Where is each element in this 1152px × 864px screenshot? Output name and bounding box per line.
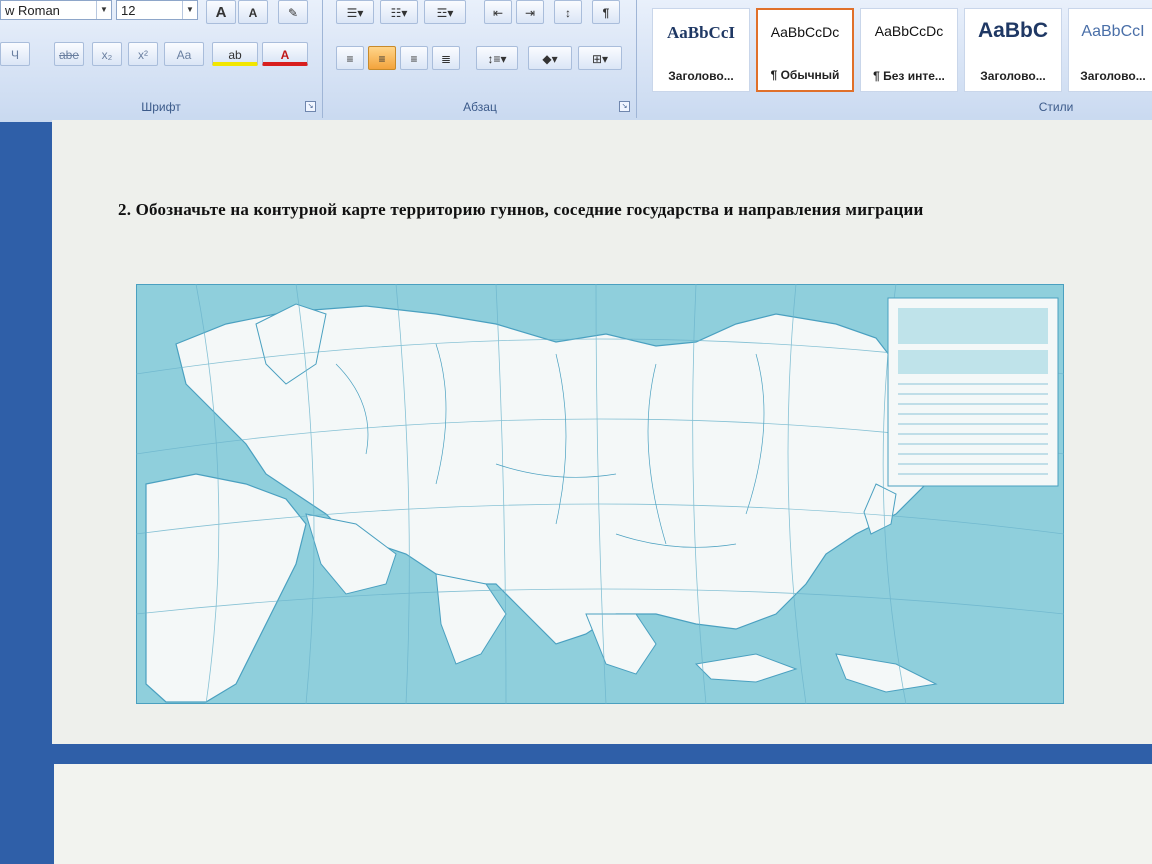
style-name: ¶ Обычный xyxy=(770,68,840,82)
style-name: Заголово... xyxy=(980,69,1046,83)
style-sample: AaBbCcDc xyxy=(770,24,840,40)
show-marks-button[interactable]: ¶ xyxy=(592,0,620,24)
strikethrough-label: abe xyxy=(58,48,80,62)
line-spacing-button[interactable]: ↕≡▾ xyxy=(476,46,518,70)
change-case-label: Aa xyxy=(176,48,192,62)
grow-font-button[interactable]: A xyxy=(206,0,236,24)
font-color-label: A xyxy=(280,48,290,62)
styles-group: AaBbCcI Заголово... AaBbCcDc ¶ Обычный A… xyxy=(640,0,1152,118)
font-group-label: Шрифт xyxy=(141,100,181,114)
font-name-combo[interactable]: w Roman ▼ xyxy=(0,0,112,20)
superscript-label: x² xyxy=(138,48,148,62)
sort-icon: ↕ xyxy=(565,6,571,20)
increase-indent-button[interactable]: ⇥ xyxy=(516,0,544,24)
font-dialog-launcher-icon[interactable]: ↘ xyxy=(305,101,316,112)
line-spacing-icon: ↕≡▾ xyxy=(487,52,507,66)
style-name: ¶ Без инте... xyxy=(873,69,945,83)
strikethrough-button[interactable]: abe xyxy=(54,42,84,66)
highlight-label: ab xyxy=(228,48,242,62)
document-page[interactable]: 2. Обозначьте на контурной карте террито… xyxy=(52,120,1152,744)
multilevel-list-icon: ☲▾ xyxy=(436,6,454,20)
numbering-button[interactable]: ☷▾ xyxy=(380,0,418,24)
contour-map xyxy=(135,283,1065,705)
eraser-icon: ✎ xyxy=(287,6,299,20)
subscript-button[interactable]: x₂ xyxy=(92,42,122,66)
next-document-page[interactable] xyxy=(54,764,1152,864)
superscript-button[interactable]: x² xyxy=(128,42,158,66)
font-size-value: 12 xyxy=(121,3,136,18)
style-name: Заголово... xyxy=(668,69,734,83)
align-center-icon: ≡ xyxy=(378,52,386,66)
font-color-button[interactable]: A xyxy=(262,42,308,66)
paragraph-dialog-launcher-icon[interactable]: ↘ xyxy=(619,101,630,112)
justify-icon: ≣ xyxy=(440,52,452,66)
style-sample: AaBbCcI xyxy=(666,23,735,42)
font-size-combo[interactable]: 12 ▼ xyxy=(116,0,198,20)
font-name-value: w Roman xyxy=(5,3,60,18)
underline-label: Ч xyxy=(11,48,19,62)
font-group: w Roman ▼ 12 ▼ A A ✎ Ч abe x₂ x² Aa ab A… xyxy=(0,0,323,118)
numbering-icon: ☷▾ xyxy=(390,6,408,20)
highlight-button[interactable]: ab xyxy=(212,42,258,66)
pilcrow-icon: ¶ xyxy=(602,6,610,20)
style-sample: AaBbC xyxy=(977,19,1048,42)
bullets-icon: ☰▾ xyxy=(346,6,364,20)
bullets-button[interactable]: ☰▾ xyxy=(336,0,374,24)
style-sample: AaBbCcDc xyxy=(874,23,944,39)
align-right-button[interactable]: ≡ xyxy=(400,46,428,70)
subscript-label: x₂ xyxy=(101,48,113,62)
decrease-indent-icon: ⇤ xyxy=(492,6,504,20)
chevron-down-icon[interactable]: ▼ xyxy=(182,1,197,19)
style-tile-heading-2[interactable]: AaBbC Заголово... xyxy=(964,8,1062,92)
grow-font-label: A xyxy=(215,4,227,21)
style-name: Заголово... xyxy=(1080,69,1146,83)
shading-button[interactable]: ◆▾ xyxy=(528,46,572,70)
align-left-button[interactable]: ≡ xyxy=(336,46,364,70)
underline-button[interactable]: Ч xyxy=(0,42,30,66)
borders-button[interactable]: ⊞▾ xyxy=(578,46,622,70)
style-tile-normal[interactable]: AaBbCcDc ¶ Обычный xyxy=(756,8,854,92)
style-tile-no-spacing[interactable]: AaBbCcDc ¶ Без инте... xyxy=(860,8,958,92)
sort-button[interactable]: ↕ xyxy=(554,0,582,24)
style-tile-heading-3[interactable]: AaBbCcI Заголово... xyxy=(1068,8,1152,92)
chevron-down-icon[interactable]: ▼ xyxy=(96,1,111,19)
contour-map-svg xyxy=(135,283,1065,705)
paragraph-group-label: Абзац xyxy=(463,100,497,114)
increase-indent-icon: ⇥ xyxy=(524,6,536,20)
borders-icon: ⊞▾ xyxy=(591,52,609,66)
multilevel-list-button[interactable]: ☲▾ xyxy=(424,0,466,24)
style-tile-heading-1[interactable]: AaBbCcI Заголово... xyxy=(652,8,750,92)
align-left-icon: ≡ xyxy=(346,52,354,66)
paragraph-group: ☰▾ ☷▾ ☲▾ ⇤ ⇥ ↕ ¶ ≡ ≡ ≡ ≣ ↕≡▾ ◆▾ ⊞▾ Абзац… xyxy=(324,0,637,118)
map-legend-panel xyxy=(887,297,1059,487)
styles-group-label: Стили xyxy=(1038,100,1074,114)
align-center-button[interactable]: ≡ xyxy=(368,46,396,70)
question-text: 2. Обозначьте на контурной карте террито… xyxy=(118,200,924,219)
ribbon: w Roman ▼ 12 ▼ A A ✎ Ч abe x₂ x² Aa ab A… xyxy=(0,0,1152,122)
paint-bucket-icon: ◆▾ xyxy=(542,52,558,66)
decrease-indent-button[interactable]: ⇤ xyxy=(484,0,512,24)
shrink-font-label: A xyxy=(248,6,258,20)
clear-format-button[interactable]: ✎ xyxy=(278,0,308,24)
style-sample: AaBbCcI xyxy=(1081,23,1145,40)
justify-button[interactable]: ≣ xyxy=(432,46,460,70)
change-case-button[interactable]: Aa xyxy=(164,42,204,66)
align-right-icon: ≡ xyxy=(410,52,418,66)
shrink-font-button[interactable]: A xyxy=(238,0,268,24)
